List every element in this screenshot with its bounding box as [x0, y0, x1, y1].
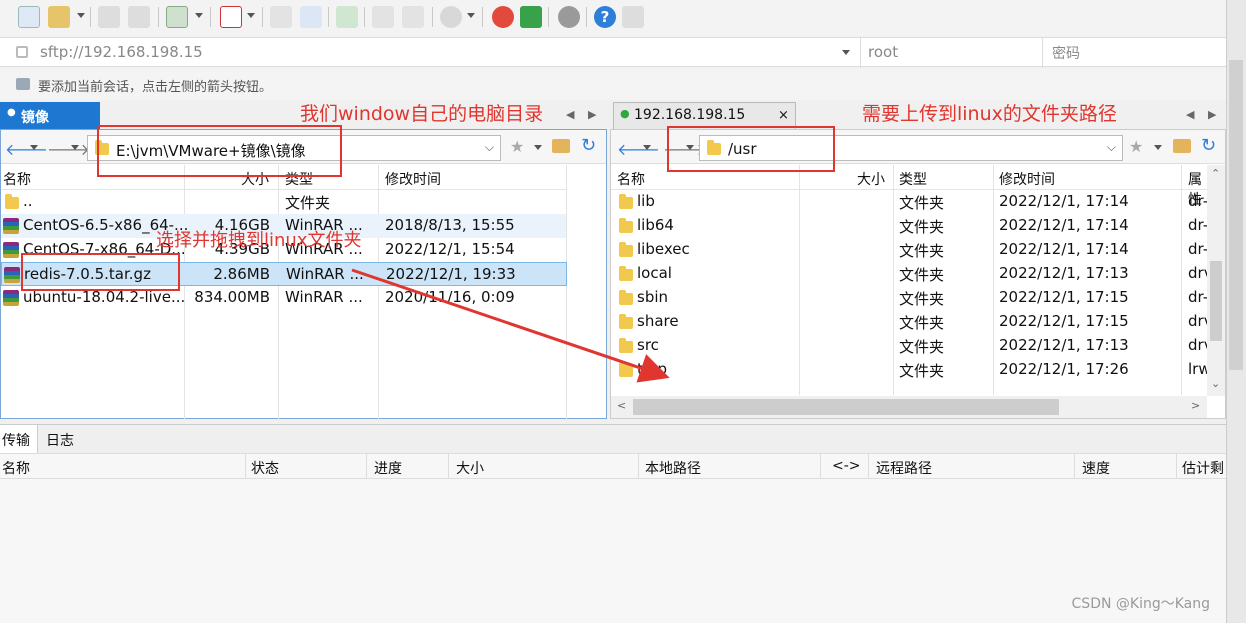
- drag-arrow: [351, 268, 670, 383]
